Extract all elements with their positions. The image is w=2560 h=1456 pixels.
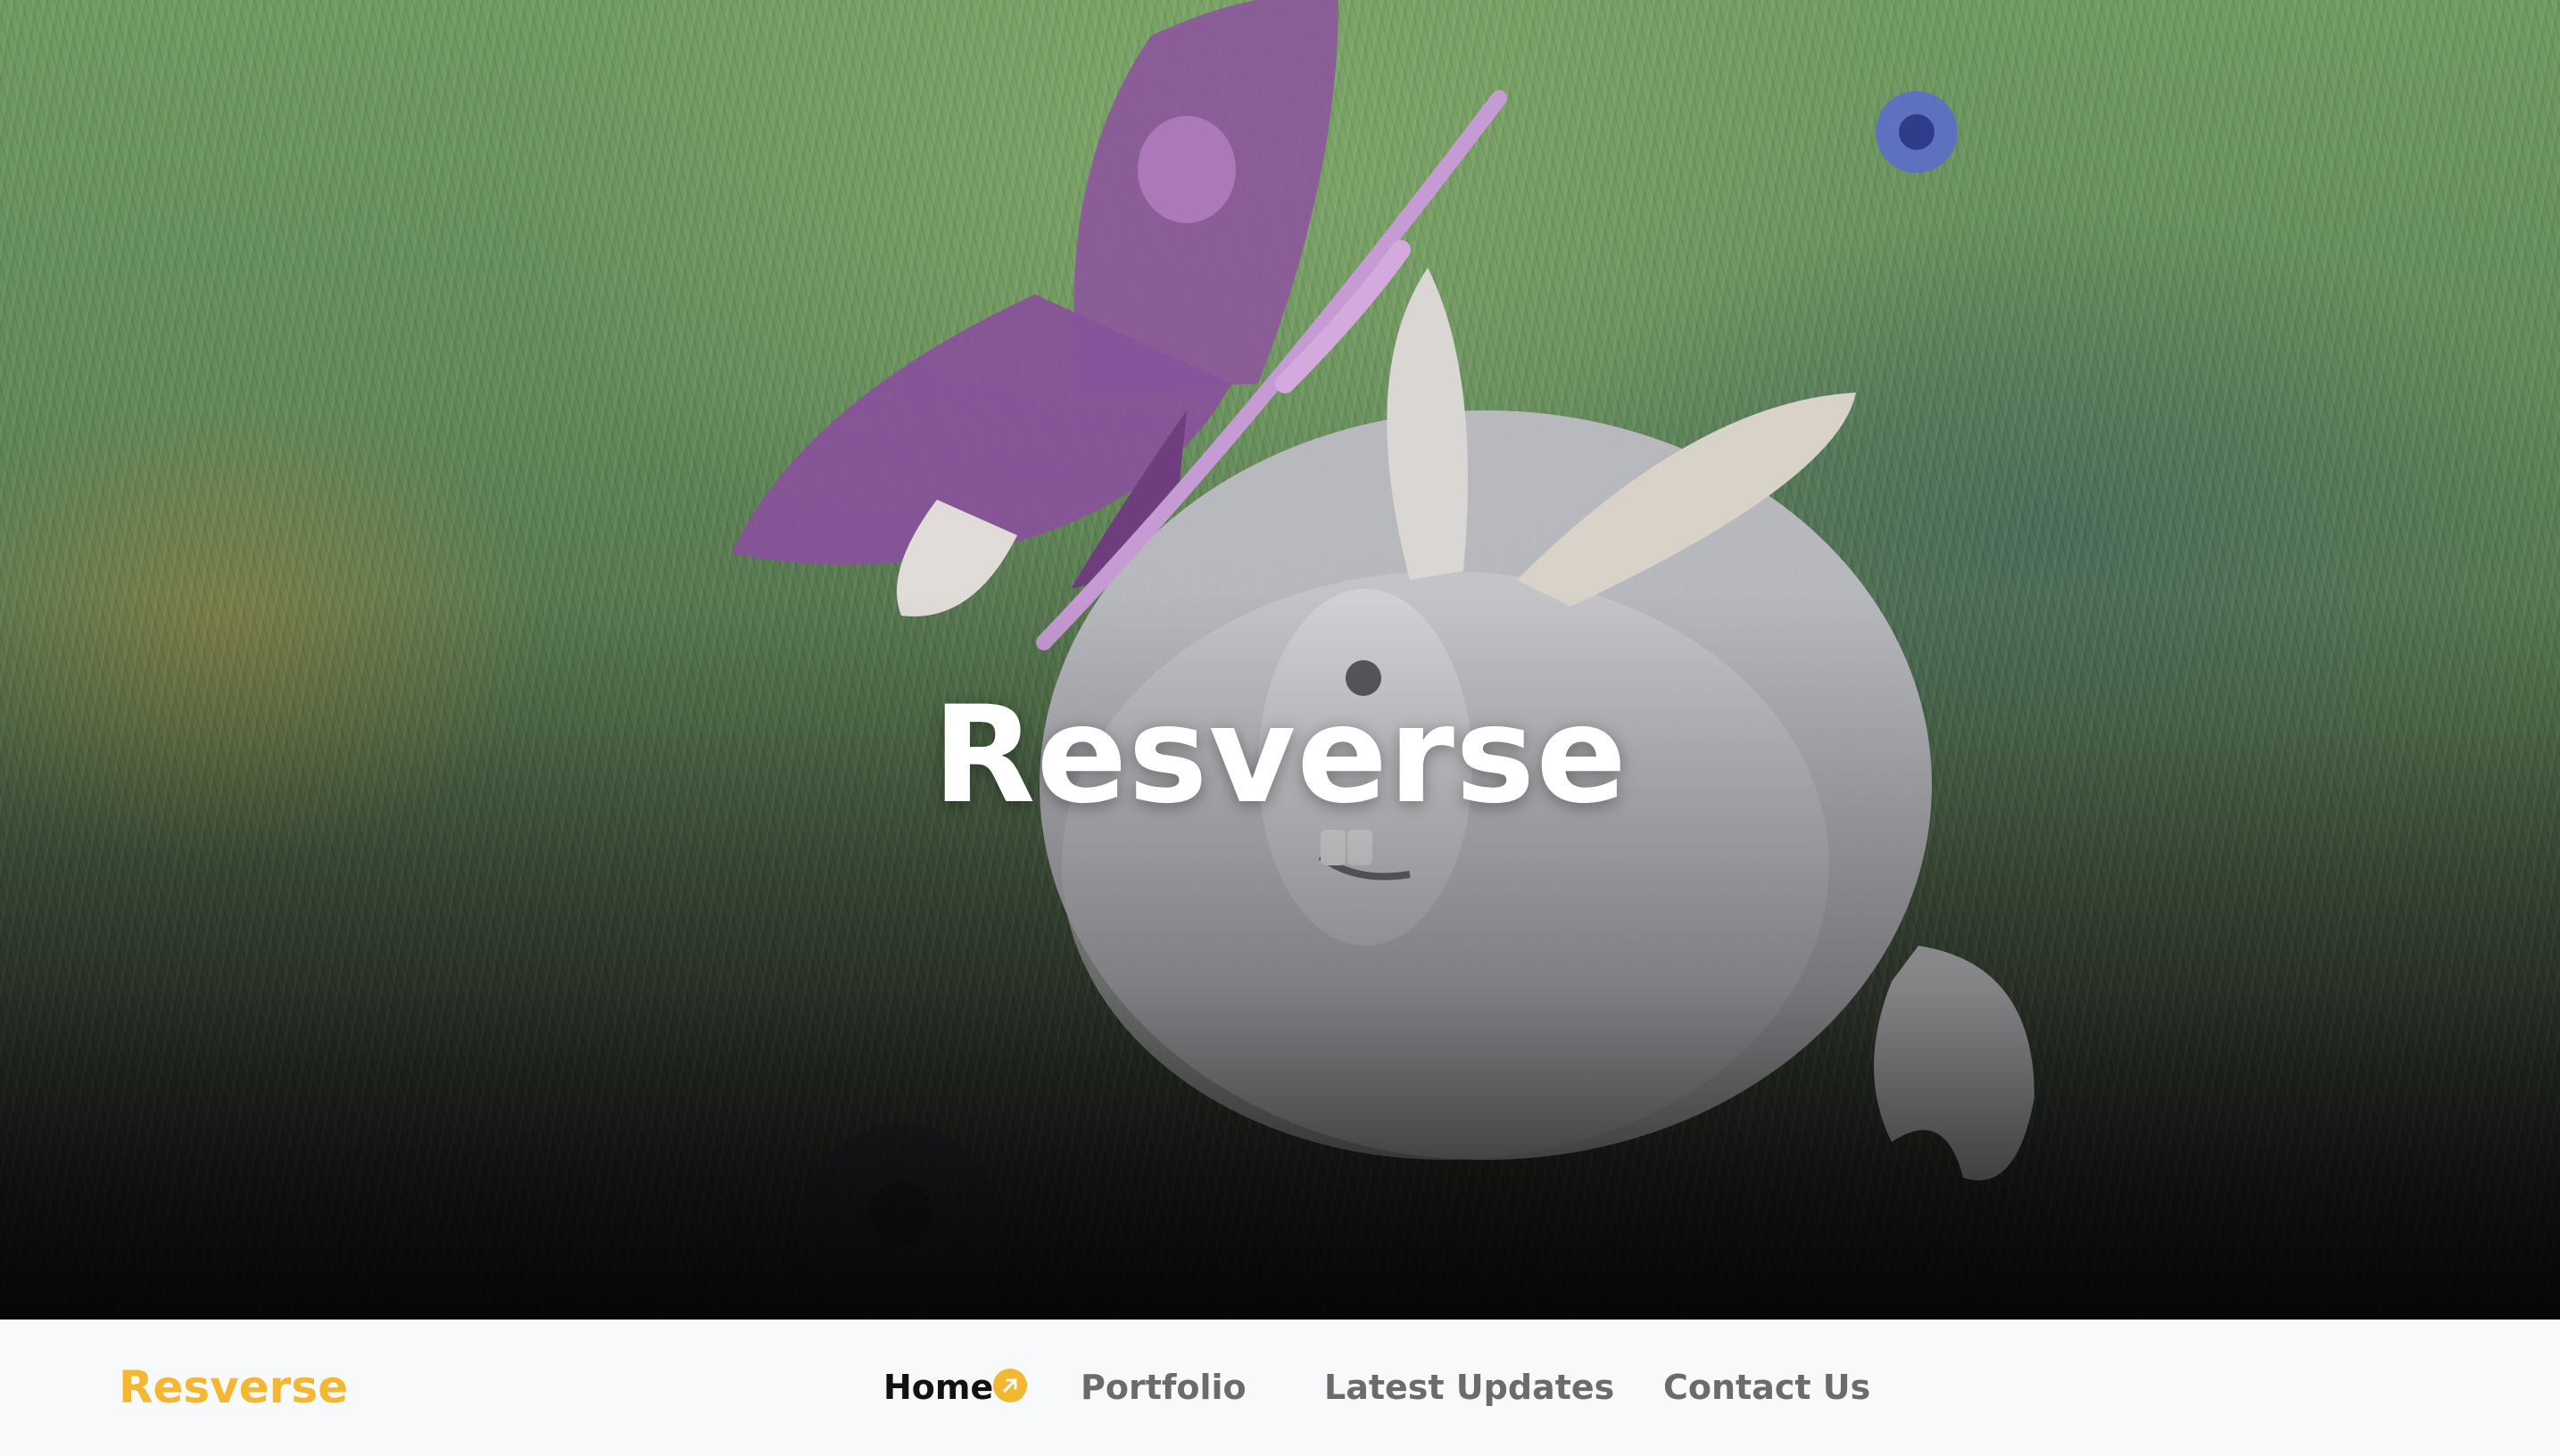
- hero-overlay: [0, 0, 2560, 1320]
- nav-menu: Home Portfolio Latest Updates Contact Us: [0, 1320, 2560, 1456]
- navbar: Resverse Home Portfolio Latest Updates C…: [0, 1320, 2560, 1456]
- arrow-up-right-icon: [993, 1369, 1027, 1402]
- hero-section: Resverse: [0, 0, 2560, 1320]
- nav-item-portfolio[interactable]: Portfolio: [1081, 1320, 1247, 1456]
- nav-item-contact-us[interactable]: Contact Us: [1663, 1320, 1870, 1456]
- page: Resverse Resverse Home Portfolio Latest …: [0, 0, 2560, 1456]
- hero-title: Resverse: [932, 678, 1628, 833]
- nav-item-home[interactable]: Home: [883, 1320, 993, 1456]
- nav-item-latest-updates[interactable]: Latest Updates: [1324, 1320, 1614, 1456]
